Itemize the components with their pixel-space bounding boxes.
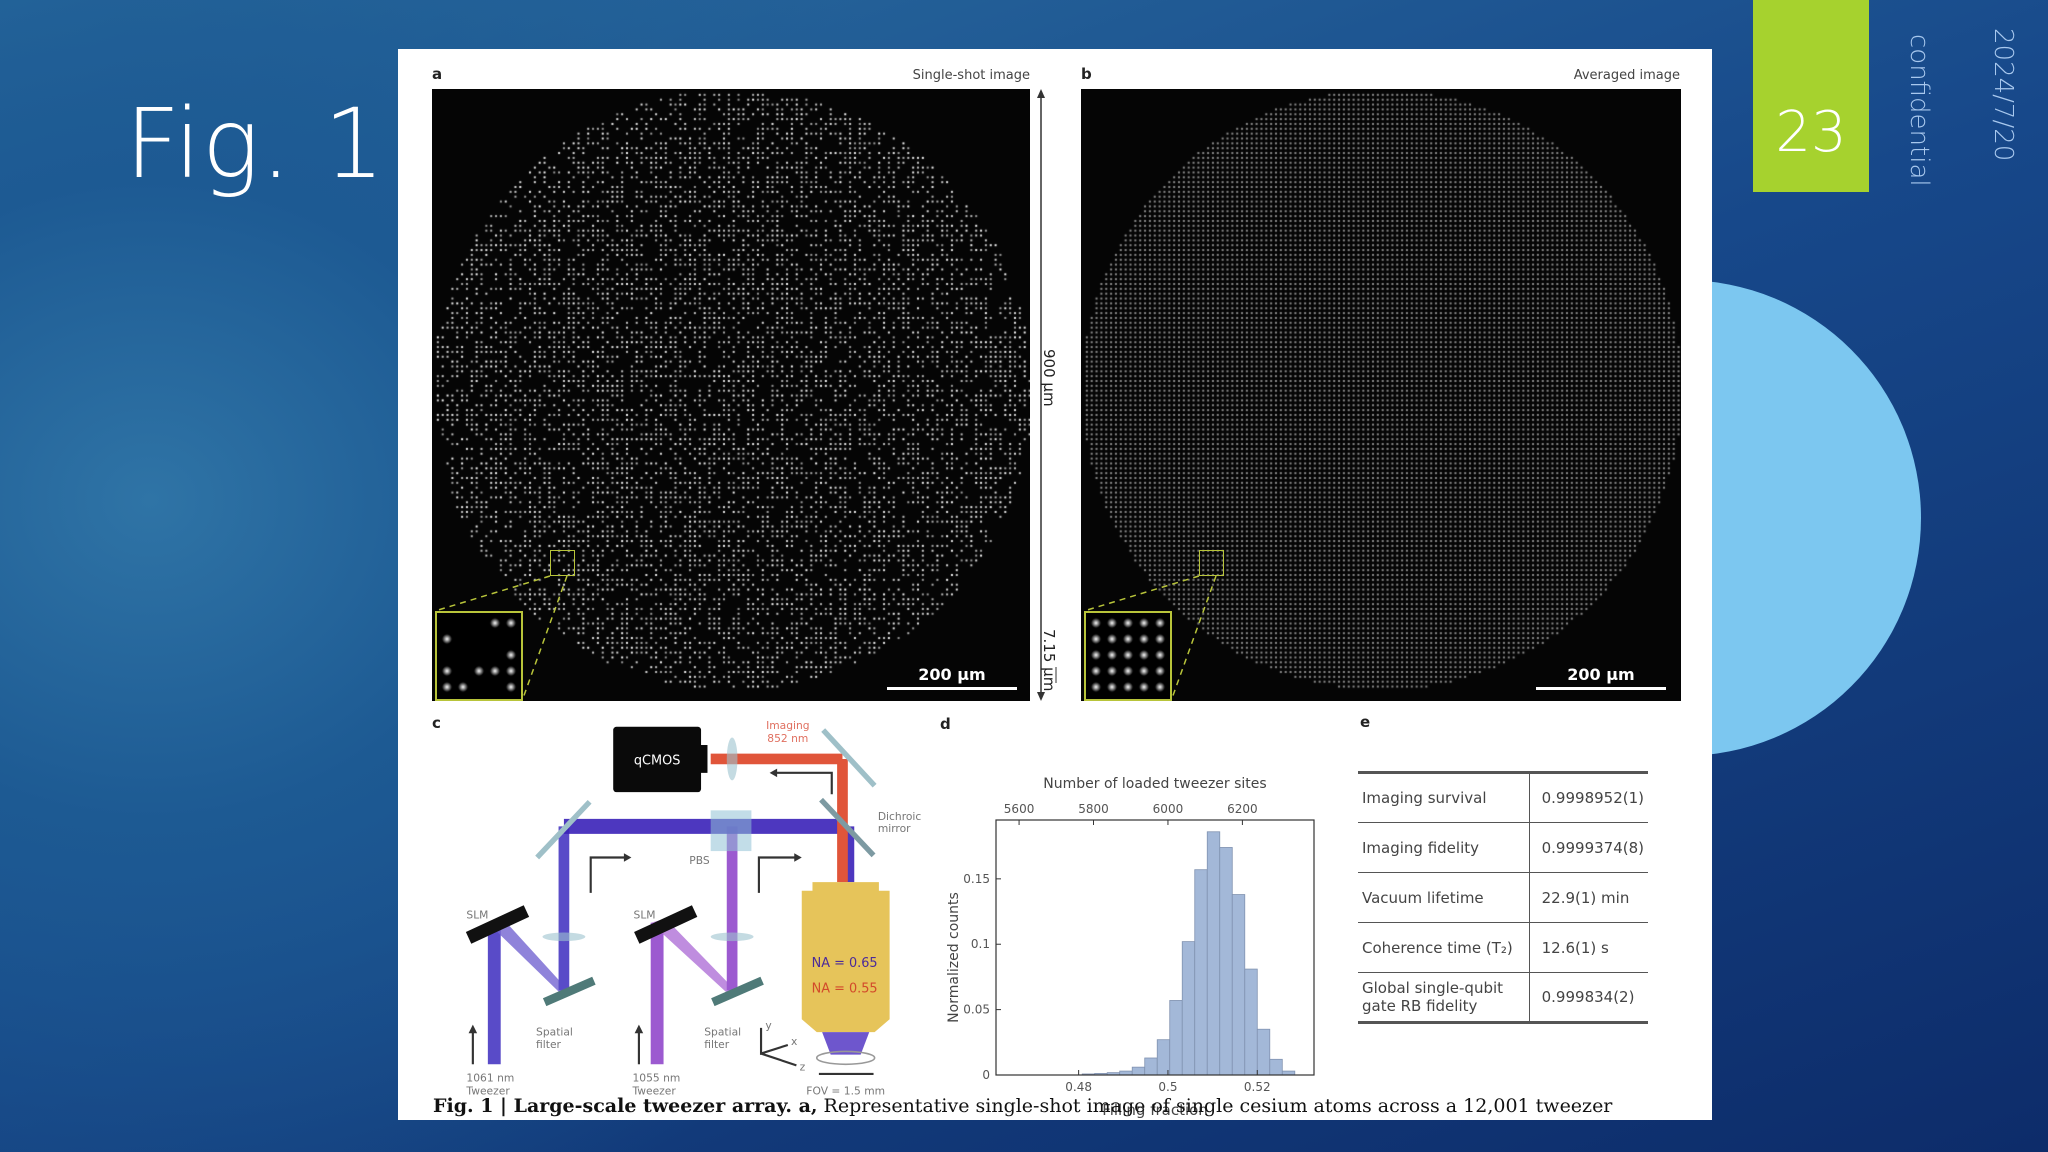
row-value: 0.9998952(1)	[1528, 772, 1648, 823]
y-axis-label: Normalized counts	[946, 892, 962, 1023]
row-name: Coherence time (T₂)	[1358, 922, 1530, 973]
histogram-bar	[1169, 1000, 1183, 1076]
histogram-bar	[1181, 941, 1196, 1076]
svg-text:1061 nm: 1061 nm	[466, 1071, 514, 1084]
svg-text:z: z	[800, 1061, 806, 1074]
panel-b-title: Averaged image	[1573, 68, 1680, 83]
row-name: Imaging fidelity	[1358, 822, 1530, 873]
svg-text:SLM: SLM	[466, 909, 488, 922]
histogram-bar	[1144, 1057, 1158, 1076]
histogram-bar	[1244, 968, 1258, 1076]
x-tick-label: 0.52	[1244, 1080, 1271, 1094]
scale-bar-label-a: 200 µm	[918, 665, 986, 684]
slide-title: Fig. 1	[125, 88, 386, 200]
row-name: Imaging survival	[1362, 789, 1487, 807]
histogram-bar	[1206, 831, 1221, 1076]
optical-setup-diagram: qCMOS NA = 0.65 NA = 0.55 Imaging 852 nm…	[465, 719, 921, 1097]
row-value: 0.999834(2)	[1528, 972, 1648, 1023]
field-height-label: 900 µm	[1040, 349, 1058, 407]
svg-text:filter: filter	[536, 1038, 561, 1051]
averaged-inset	[1084, 611, 1172, 701]
histogram-bar	[1156, 1039, 1171, 1076]
histogram-bar	[1131, 1066, 1146, 1076]
top-tick-label: 6200	[1227, 802, 1258, 816]
panel-b-label: b	[1081, 65, 1092, 83]
averaged-image: 200 µm	[1081, 89, 1681, 701]
histogram-bar	[1269, 1058, 1283, 1076]
scale-bar-a	[887, 687, 1017, 690]
histogram-bar	[1256, 1028, 1271, 1076]
table-row: Imaging fidelity 0.9999374(8)	[1358, 822, 1648, 873]
row-name: Vacuum lifetime	[1358, 872, 1530, 923]
histogram-bar	[1194, 869, 1208, 1076]
confidential-label: confidential	[1904, 34, 1934, 187]
svg-text:NA = 0.55: NA = 0.55	[812, 981, 878, 996]
svg-text:SLM: SLM	[634, 909, 656, 922]
svg-text:PBS: PBS	[689, 854, 710, 867]
site-spacing-label: 7.15 µm	[1040, 629, 1058, 692]
row-value: 0.9999374(8)	[1528, 822, 1648, 873]
x-tick-label: 0.5	[1158, 1080, 1177, 1094]
y-tick-label: 0	[982, 1068, 990, 1082]
svg-text:Spatial: Spatial	[536, 1025, 573, 1038]
svg-text:Imaging: Imaging	[766, 719, 810, 732]
performance-table: Imaging survival 0.9998952(1) Imaging fide…	[1358, 771, 1648, 1024]
histogram-bar	[1231, 894, 1246, 1076]
panel-a-label: a	[432, 65, 443, 83]
panel-a-title: Single-shot image	[912, 68, 1030, 83]
page-number: 23	[1775, 100, 1847, 165]
table-row: Global single-qubit gate RB fidelity 0.99…	[1358, 972, 1648, 1023]
svg-text:852 nm: 852 nm	[767, 732, 808, 745]
y-tick-label: 0.15	[963, 872, 990, 886]
row-value: 22.9(1) min	[1528, 872, 1648, 923]
svg-text:Spatial: Spatial	[704, 1025, 741, 1038]
top-tick-label: 5600	[1004, 802, 1035, 816]
svg-text:y: y	[765, 1019, 772, 1032]
scale-bar-b	[1536, 687, 1666, 690]
svg-text:mirror: mirror	[878, 822, 911, 835]
figure-sheet: a Single-shot image 200 µm 900 µm 7.15 µ…	[398, 49, 1712, 1120]
svg-text:filter: filter	[704, 1038, 729, 1051]
single-shot-image: 200 µm	[432, 89, 1030, 701]
chart-title: Number of loaded tweezer sites	[1043, 776, 1266, 792]
slide-date: 2024/7/20	[1988, 28, 2018, 162]
svg-text:NA = 0.65: NA = 0.65	[812, 956, 878, 971]
svg-text:qCMOS: qCMOS	[634, 753, 680, 768]
x-tick-label: 0.48	[1065, 1080, 1092, 1094]
histogram-bar	[1219, 847, 1233, 1076]
y-tick-label: 0.1	[971, 937, 990, 951]
panel-e-label: e	[1360, 713, 1371, 731]
pbs-cube	[710, 810, 752, 852]
table-row: Imaging survival 0.9998952(1)	[1358, 772, 1648, 823]
table-row: Coherence time (T₂) 12.6(1) s	[1358, 922, 1648, 973]
row-name: Global single-qubit gate RB fidelity	[1358, 972, 1530, 1023]
svg-text:x: x	[791, 1035, 797, 1048]
filling-fraction-histogram: 0.48 0.5 0.52 0 0.05 0.1 0.15 5600 5800 6000 6200 N…	[946, 776, 1315, 1119]
row-value: 12.6(1) s	[1528, 922, 1648, 973]
top-tick-label: 5800	[1078, 802, 1109, 816]
svg-text:1055 nm: 1055 nm	[632, 1071, 680, 1084]
scale-bar-label-b: 200 µm	[1567, 665, 1635, 684]
single-shot-inset	[435, 611, 523, 701]
top-tick-label: 6000	[1153, 802, 1184, 816]
y-tick-label: 0.05	[963, 1003, 990, 1017]
table-row: Vacuum lifetime 22.9(1) min	[1358, 872, 1648, 923]
figure-caption: Fig. 1 | Large-scale tweezer array. a, R…	[433, 1095, 1613, 1117]
